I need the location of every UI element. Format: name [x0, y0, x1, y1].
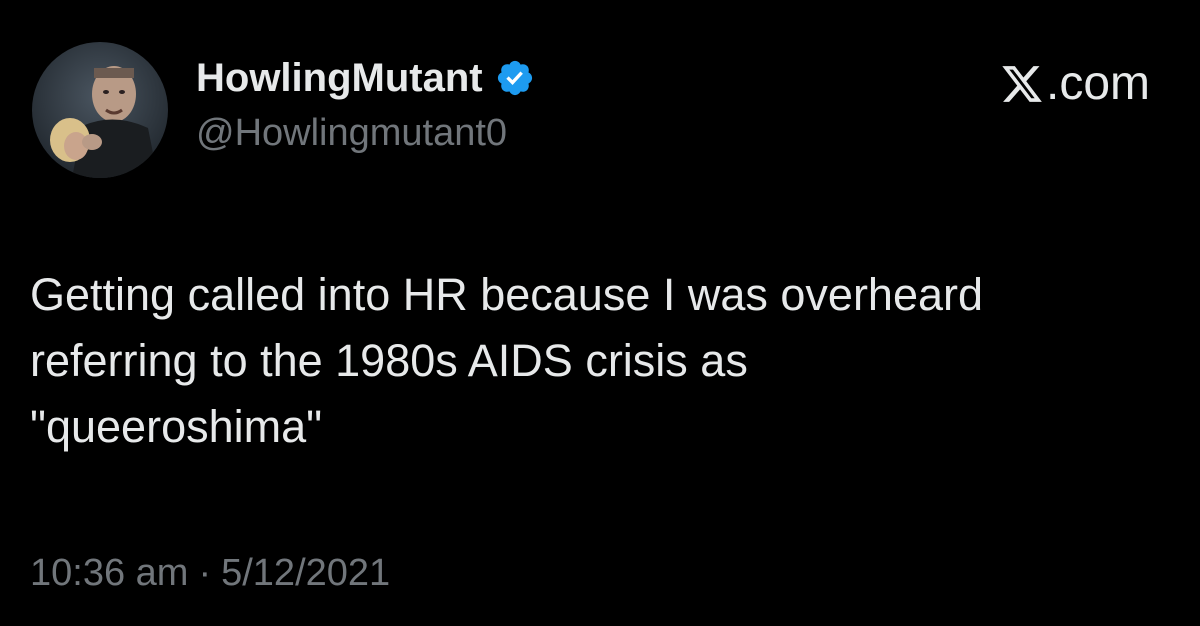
author-name-row: HowlingMutant: [196, 54, 535, 102]
tweet-date[interactable]: 5/12/2021: [221, 552, 390, 595]
verified-badge-icon: [497, 60, 532, 96]
user-handle[interactable]: @Howlingmutant0: [196, 112, 507, 155]
meta-separator: ·: [198, 552, 212, 594]
tweet-metadata: 10:36 am · 5/12/2021: [30, 552, 390, 595]
tweet-text-line: Getting called into HR because I was ove…: [30, 269, 984, 320]
tweet-time[interactable]: 10:36 am: [30, 552, 188, 595]
tweet-text-line: "queeroshima": [30, 401, 323, 452]
tweet-card: HowlingMutant @Howlingmutant0 .com Getti…: [0, 0, 1200, 626]
tweet-text-line: referring to the 1980s AIDS crisis as: [30, 335, 748, 386]
brand-domain: .com: [1045, 57, 1150, 110]
tweet-text: Getting called into HR because I was ove…: [30, 262, 1170, 460]
display-name[interactable]: HowlingMutant: [196, 56, 483, 101]
x-logo-icon: [1002, 66, 1042, 102]
avatar[interactable]: [32, 42, 168, 178]
brand-watermark: .com: [1000, 56, 1150, 112]
profile-photo-avatar: [32, 42, 168, 178]
